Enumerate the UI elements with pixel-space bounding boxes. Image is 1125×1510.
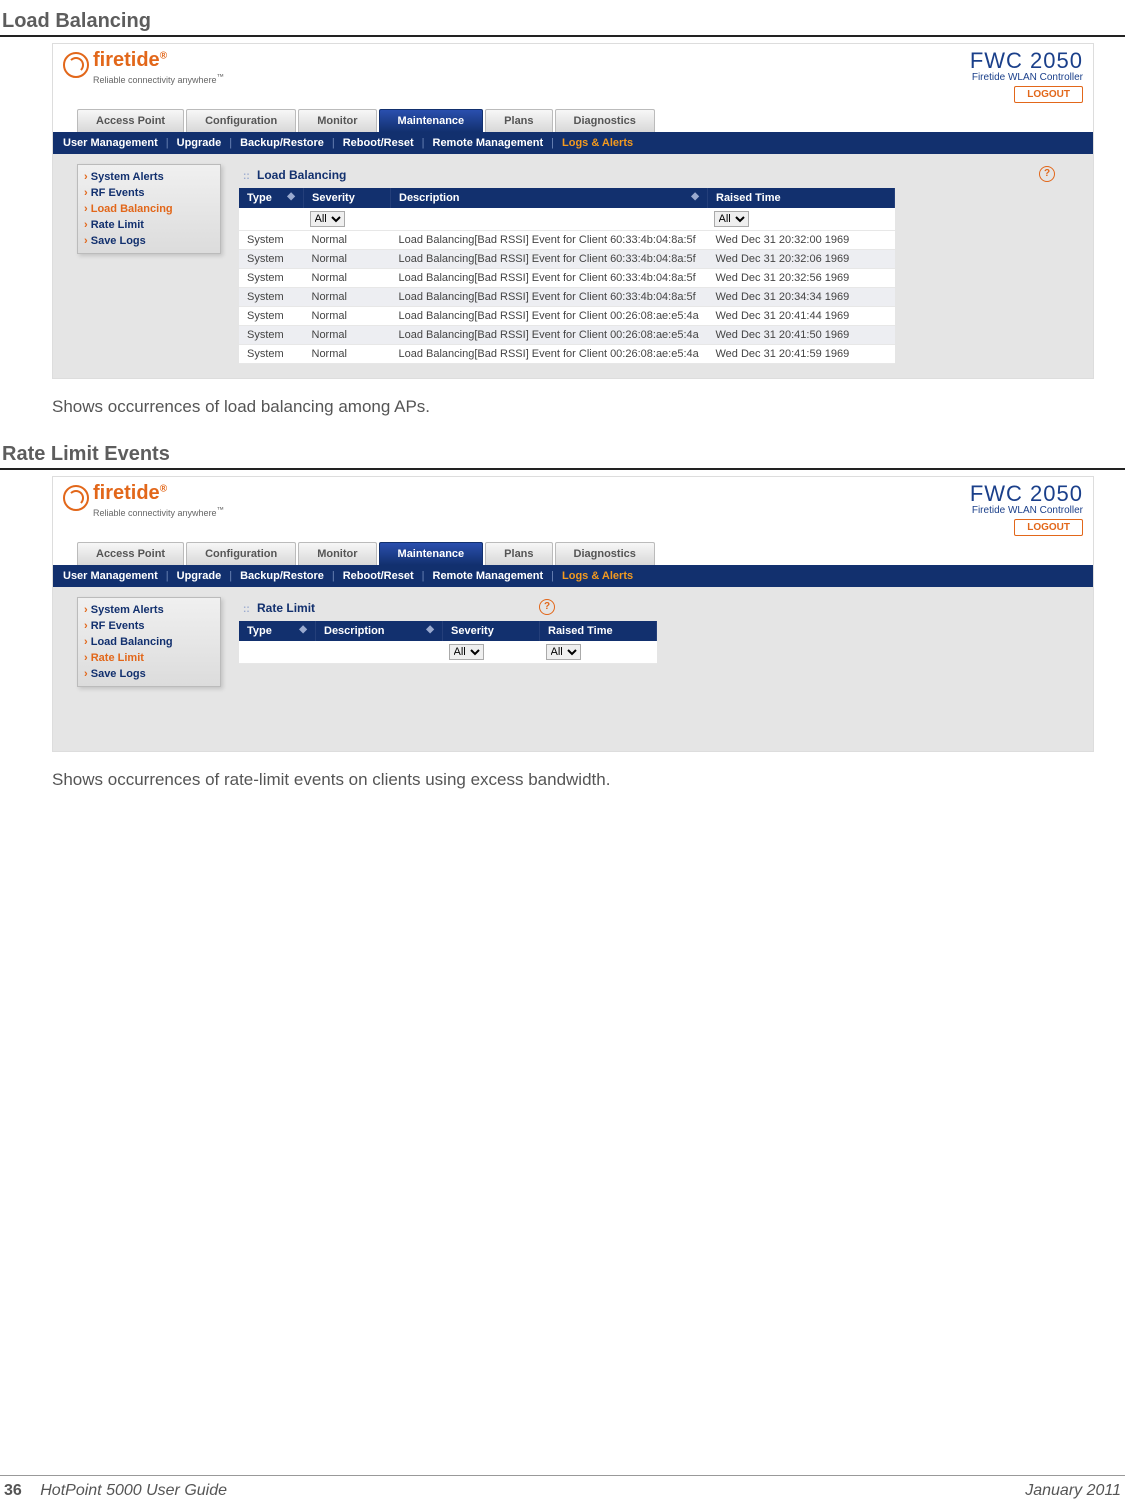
subnav-reboot-reset[interactable]: Reboot/Reset bbox=[343, 570, 414, 582]
logout-button[interactable]: LOGOUT bbox=[1014, 86, 1083, 103]
tab-access-point[interactable]: Access Point bbox=[77, 542, 184, 565]
subnav-backup-restore[interactable]: Backup/Restore bbox=[240, 137, 324, 149]
subnav-logs-alerts[interactable]: Logs & Alerts bbox=[562, 137, 633, 149]
logo-tagline: Reliable connectivity anywhere™ bbox=[93, 72, 224, 85]
logo-text: firetide® bbox=[93, 483, 224, 503]
screenshot-load-balancing: firetide® Reliable connectivity anywhere… bbox=[52, 43, 1094, 379]
help-icon[interactable]: ? bbox=[539, 599, 555, 615]
events-table: Type◆ Description◆ Severity Raised Time … bbox=[239, 621, 657, 664]
page-footer: 36 HotPoint 5000 User Guide January 2011 bbox=[0, 1475, 1125, 1500]
footer-date: January 2011 bbox=[1025, 1482, 1121, 1500]
table-row: SystemNormalLoad Balancing[Bad RSSI] Eve… bbox=[239, 250, 895, 269]
col-type[interactable]: Type◆ bbox=[239, 188, 304, 208]
subnav-remote-management[interactable]: Remote Management bbox=[433, 137, 544, 149]
col-raised-time[interactable]: Raised Time bbox=[708, 188, 895, 208]
subnav-user-management[interactable]: User Management bbox=[63, 137, 158, 149]
severity-filter[interactable]: All bbox=[449, 644, 484, 660]
main-tabs: Access Point Configuration Monitor Maint… bbox=[53, 542, 1093, 565]
caption-rate-limit: Shows occurrences of rate-limit events o… bbox=[0, 760, 1125, 790]
logo: firetide® Reliable connectivity anywhere… bbox=[63, 50, 224, 85]
panel-title: Load Balancing ? bbox=[239, 164, 1093, 188]
tab-diagnostics[interactable]: Diagnostics bbox=[555, 542, 655, 565]
table-row: SystemNormalLoad Balancing[Bad RSSI] Eve… bbox=[239, 288, 895, 307]
time-filter[interactable]: All bbox=[546, 644, 581, 660]
side-rf-events[interactable]: RF Events bbox=[84, 618, 214, 634]
brand-model: FWC 2050 bbox=[970, 50, 1083, 72]
table-row: SystemNormalLoad Balancing[Bad RSSI] Eve… bbox=[239, 231, 895, 250]
brand-subtitle: Firetide WLAN Controller bbox=[970, 72, 1083, 83]
subnav-backup-restore[interactable]: Backup/Restore bbox=[240, 570, 324, 582]
logo-text: firetide® bbox=[93, 50, 224, 70]
section-title-rate-limit: Rate Limit Events bbox=[0, 439, 1125, 470]
col-raised-time[interactable]: Raised Time bbox=[540, 621, 657, 641]
col-description[interactable]: Description◆ bbox=[391, 188, 708, 208]
logo: firetide® Reliable connectivity anywhere… bbox=[63, 483, 224, 518]
side-system-alerts[interactable]: System Alerts bbox=[84, 169, 214, 185]
subnav-user-management[interactable]: User Management bbox=[63, 570, 158, 582]
col-severity[interactable]: Severity bbox=[304, 188, 391, 208]
brand-block: FWC 2050 Firetide WLAN Controller LOGOUT bbox=[970, 483, 1083, 536]
help-icon[interactable]: ? bbox=[1039, 166, 1055, 182]
events-table: Type◆ Severity Description◆ Raised Time … bbox=[239, 188, 895, 364]
screenshot-rate-limit: firetide® Reliable connectivity anywhere… bbox=[52, 476, 1094, 752]
guide-title: HotPoint 5000 User Guide bbox=[40, 1482, 227, 1499]
tab-plans[interactable]: Plans bbox=[485, 109, 552, 132]
subnav-reboot-reset[interactable]: Reboot/Reset bbox=[343, 137, 414, 149]
severity-filter[interactable]: All bbox=[310, 211, 345, 227]
side-save-logs[interactable]: Save Logs bbox=[84, 233, 214, 249]
tab-monitor[interactable]: Monitor bbox=[298, 542, 376, 565]
table-row: SystemNormalLoad Balancing[Bad RSSI] Eve… bbox=[239, 326, 895, 345]
col-severity[interactable]: Severity bbox=[443, 621, 540, 641]
col-type[interactable]: Type◆ bbox=[239, 621, 316, 641]
side-rf-events[interactable]: RF Events bbox=[84, 185, 214, 201]
time-filter[interactable]: All bbox=[714, 211, 749, 227]
side-load-balancing[interactable]: Load Balancing bbox=[84, 201, 214, 217]
sub-nav: User Management| Upgrade| Backup/Restore… bbox=[53, 565, 1093, 587]
swirl-icon bbox=[63, 485, 89, 511]
section-title-load-balancing: Load Balancing bbox=[0, 6, 1125, 37]
subnav-upgrade[interactable]: Upgrade bbox=[177, 137, 222, 149]
subnav-remote-management[interactable]: Remote Management bbox=[433, 570, 544, 582]
table-row: SystemNormalLoad Balancing[Bad RSSI] Eve… bbox=[239, 345, 895, 364]
subnav-upgrade[interactable]: Upgrade bbox=[177, 570, 222, 582]
brand-block: FWC 2050 Firetide WLAN Controller LOGOUT bbox=[970, 50, 1083, 103]
side-menu: System Alerts RF Events Load Balancing R… bbox=[77, 164, 221, 254]
sub-nav: User Management| Upgrade| Backup/Restore… bbox=[53, 132, 1093, 154]
tab-monitor[interactable]: Monitor bbox=[298, 109, 376, 132]
side-system-alerts[interactable]: System Alerts bbox=[84, 602, 214, 618]
panel-title: Rate Limit ? bbox=[239, 597, 1093, 621]
table-row: SystemNormalLoad Balancing[Bad RSSI] Eve… bbox=[239, 307, 895, 326]
side-menu: System Alerts RF Events Load Balancing R… bbox=[77, 597, 221, 687]
page-number: 36 bbox=[4, 1482, 22, 1499]
side-load-balancing[interactable]: Load Balancing bbox=[84, 634, 214, 650]
tab-maintenance[interactable]: Maintenance bbox=[379, 109, 484, 132]
col-description[interactable]: Description◆ bbox=[316, 621, 443, 641]
tab-maintenance[interactable]: Maintenance bbox=[379, 542, 484, 565]
tab-diagnostics[interactable]: Diagnostics bbox=[555, 109, 655, 132]
tab-access-point[interactable]: Access Point bbox=[77, 109, 184, 132]
logout-button[interactable]: LOGOUT bbox=[1014, 519, 1083, 536]
swirl-icon bbox=[63, 52, 89, 78]
logo-tagline: Reliable connectivity anywhere™ bbox=[93, 505, 224, 518]
caption-load-balancing: Shows occurrences of load balancing amon… bbox=[0, 387, 1125, 417]
side-save-logs[interactable]: Save Logs bbox=[84, 666, 214, 682]
brand-model: FWC 2050 bbox=[970, 483, 1083, 505]
tab-configuration[interactable]: Configuration bbox=[186, 542, 296, 565]
main-tabs: Access Point Configuration Monitor Maint… bbox=[53, 109, 1093, 132]
tab-plans[interactable]: Plans bbox=[485, 542, 552, 565]
table-row: SystemNormalLoad Balancing[Bad RSSI] Eve… bbox=[239, 269, 895, 288]
side-rate-limit[interactable]: Rate Limit bbox=[84, 217, 214, 233]
tab-configuration[interactable]: Configuration bbox=[186, 109, 296, 132]
side-rate-limit[interactable]: Rate Limit bbox=[84, 650, 214, 666]
brand-subtitle: Firetide WLAN Controller bbox=[970, 505, 1083, 516]
subnav-logs-alerts[interactable]: Logs & Alerts bbox=[562, 570, 633, 582]
